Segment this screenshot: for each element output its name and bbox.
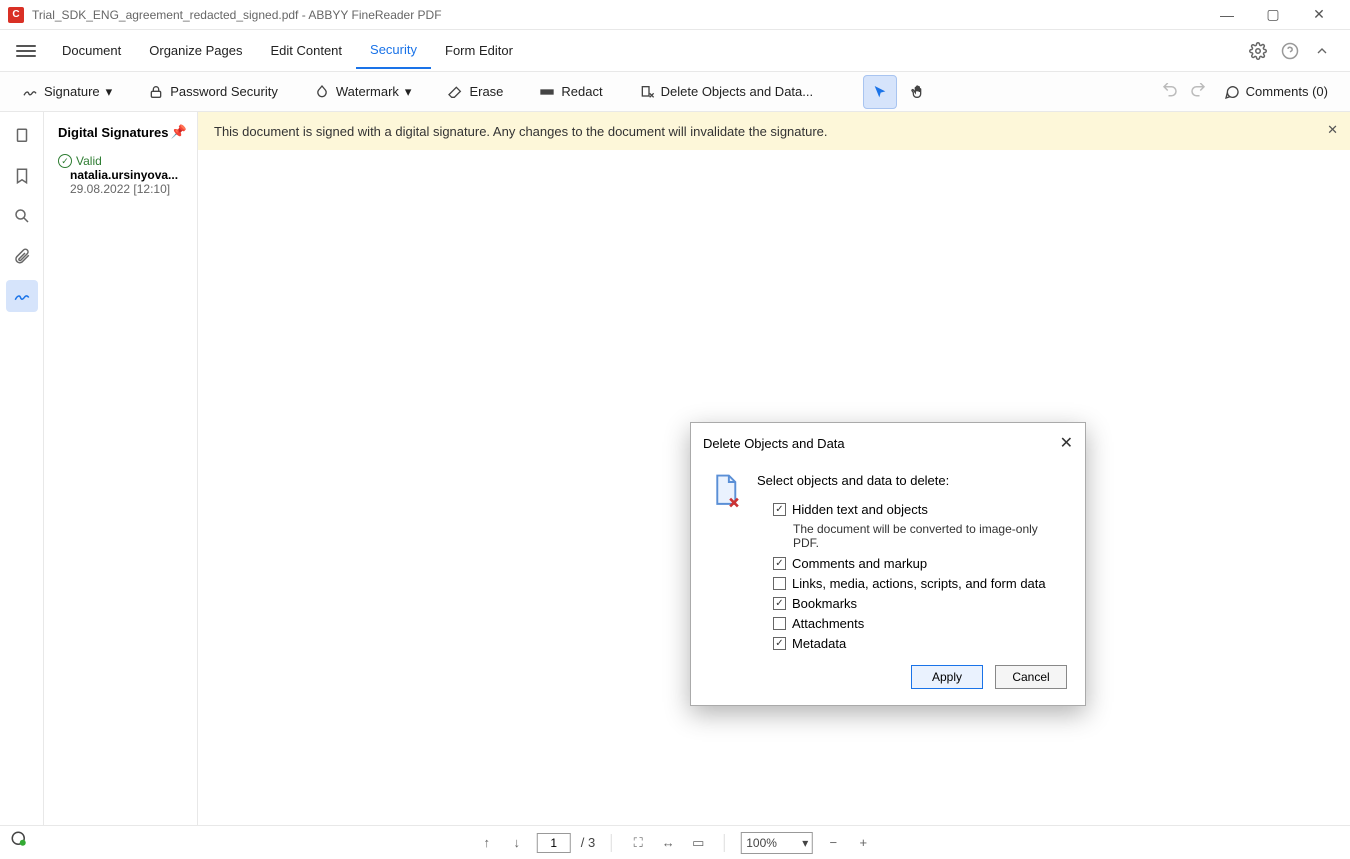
sync-status-icon[interactable] <box>10 830 28 851</box>
redo-icon[interactable] <box>1188 82 1208 102</box>
hamburger-menu-button[interactable] <box>12 39 40 63</box>
checkbox-comments[interactable]: Comments and markup <box>757 556 1067 571</box>
prev-page-button[interactable]: ↑ <box>477 833 497 853</box>
menu-document[interactable]: Document <box>48 33 135 68</box>
rail-pages-icon[interactable] <box>6 120 38 152</box>
checkbox-links[interactable]: Links, media, actions, scripts, and form… <box>757 576 1067 591</box>
menu-edit-content[interactable]: Edit Content <box>256 33 356 68</box>
delete-objects-label: Delete Objects and Data... <box>661 84 813 99</box>
dialog-title: Delete Objects and Data <box>703 436 845 451</box>
watermark-button[interactable]: Watermark ▾ <box>306 78 420 106</box>
hidden-text-note: The document will be converted to image-… <box>757 522 1067 550</box>
help-icon[interactable] <box>1274 35 1306 67</box>
apply-button[interactable]: Apply <box>911 665 983 689</box>
signatures-panel: Digital Signatures 📌 Valid natalia.ursin… <box>44 112 198 825</box>
page-total-label: / 3 <box>581 835 595 850</box>
zoom-in-button[interactable]: + <box>853 833 873 853</box>
fit-page-icon[interactable]: ⛶ <box>628 833 648 853</box>
password-security-button[interactable]: Password Security <box>140 78 286 106</box>
titlebar-filename: Trial_SDK_ENG_agreement_redacted_signed.… <box>32 8 1204 22</box>
checkbox-hidden-text[interactable]: Hidden text and objects <box>757 502 1067 517</box>
delete-objects-dialog: Delete Objects and Data ✕ Select objects… <box>690 422 1086 706</box>
zoom-select[interactable]: 100%▾ <box>741 832 813 854</box>
menu-organize-pages[interactable]: Organize Pages <box>135 33 256 68</box>
panel-title: Digital Signatures <box>58 125 169 140</box>
erase-label: Erase <box>469 84 503 99</box>
settings-icon[interactable] <box>1242 35 1274 67</box>
password-security-label: Password Security <box>170 84 278 99</box>
watermark-label: Watermark <box>336 84 399 99</box>
close-banner-button[interactable]: ✕ <box>1327 122 1338 138</box>
rail-search-icon[interactable] <box>6 200 38 232</box>
chevron-down-icon: ▾ <box>405 84 412 100</box>
menu-form-editor[interactable]: Form Editor <box>431 33 527 68</box>
dialog-document-icon <box>709 473 745 509</box>
titlebar: C Trial_SDK_ENG_agreement_redacted_signe… <box>0 0 1350 30</box>
window-close-button[interactable]: ✕ <box>1296 0 1342 30</box>
signature-entry[interactable]: Valid natalia.ursinyova... 29.08.2022 [1… <box>44 148 197 202</box>
page-number-input[interactable] <box>537 833 571 853</box>
view-mode-icon[interactable]: ▭ <box>688 833 708 853</box>
fit-width-icon[interactable]: ↔ <box>658 833 678 853</box>
left-rail <box>0 112 44 825</box>
erase-button[interactable]: Erase <box>439 78 511 106</box>
undo-icon[interactable] <box>1160 82 1180 102</box>
checkbox-bookmarks[interactable]: Bookmarks <box>757 596 1067 611</box>
security-toolbar: Signature ▾ Password Security Watermark … <box>0 72 1350 112</box>
delete-objects-button[interactable]: Delete Objects and Data... <box>631 78 821 106</box>
signature-name: natalia.ursinyova... <box>70 168 183 182</box>
redact-label: Redact <box>561 84 602 99</box>
rail-bookmarks-icon[interactable] <box>6 160 38 192</box>
checkbox-attachments[interactable]: Attachments <box>757 616 1067 631</box>
menu-security[interactable]: Security <box>356 32 431 69</box>
dialog-close-button[interactable]: ✕ <box>1060 433 1073 453</box>
comments-button[interactable]: Comments (0) <box>1216 78 1336 106</box>
app-icon: C <box>8 7 24 23</box>
signature-date: 29.08.2022 [12:10] <box>70 182 183 196</box>
pointer-tool-button[interactable] <box>863 75 897 109</box>
signature-valid-badge: Valid <box>58 154 183 168</box>
rail-attachments-icon[interactable] <box>6 240 38 272</box>
hand-tool-button[interactable] <box>901 75 935 109</box>
pin-panel-button[interactable]: 📌 <box>171 124 187 140</box>
signature-label: Signature <box>44 84 100 99</box>
chevron-down-icon: ▾ <box>106 84 113 100</box>
next-page-button[interactable]: ↓ <box>507 833 527 853</box>
window-minimize-button[interactable]: — <box>1204 0 1250 30</box>
comments-label: Comments (0) <box>1246 84 1328 99</box>
banner-text: This document is signed with a digital s… <box>214 124 828 139</box>
menubar: Document Organize Pages Edit Content Sec… <box>0 30 1350 72</box>
cancel-button[interactable]: Cancel <box>995 665 1067 689</box>
signature-button[interactable]: Signature ▾ <box>14 78 120 106</box>
checkbox-metadata[interactable]: Metadata <box>757 636 1067 651</box>
rail-signatures-icon[interactable] <box>6 280 38 312</box>
dialog-lead-text: Select objects and data to delete: <box>757 473 1067 488</box>
redact-button[interactable]: Redact <box>531 78 610 106</box>
statusbar: ↑ ↓ / 3 ⛶ ↔ ▭ 100%▾ − + <box>0 825 1350 859</box>
signature-warning-banner: This document is signed with a digital s… <box>198 112 1350 150</box>
collapse-ribbon-icon[interactable] <box>1306 35 1338 67</box>
window-maximize-button[interactable]: ▢ <box>1250 0 1296 30</box>
zoom-out-button[interactable]: − <box>823 833 843 853</box>
